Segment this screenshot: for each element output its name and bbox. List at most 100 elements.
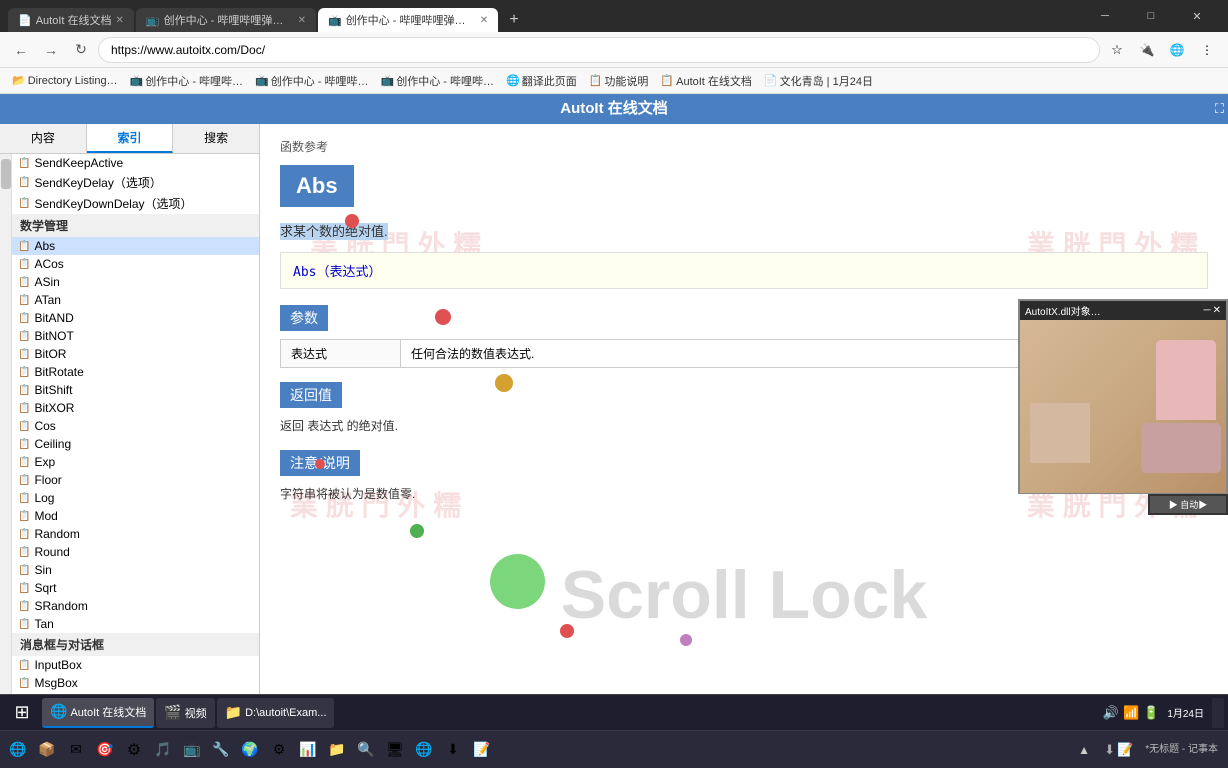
taskbar-item-autoit[interactable]: 🌐 AutoIt 在线文档 [42,698,154,728]
clock-display: 1月24日 [1163,705,1208,720]
bookmark-autoit[interactable]: 📋 AutoIt 在线文档 [654,71,758,91]
sidebar-item-sendkeydelay[interactable]: 📋 SendKeyDelay（选项） [12,172,259,193]
quicklaunch-settings[interactable]: ⚙ [120,736,148,764]
sidebar-item-acos[interactable]: 📋 ACos [12,255,259,273]
sidebar-item-sqrt[interactable]: 📋 Sqrt [12,579,259,597]
taskbar-item-video[interactable]: 🎬 视频 [156,698,214,728]
sidebar-item-mod[interactable]: 📋 Mod [12,507,259,525]
quicklaunch-globe[interactable]: 🌍 [236,736,264,764]
address-input[interactable] [98,37,1100,63]
sidebar-item-log[interactable]: 📋 Log [12,489,259,507]
sidebar-tab-search[interactable]: 搜索 [173,124,259,153]
quicklaunch-mail[interactable]: ✉ [62,736,90,764]
header-expand-button[interactable]: ⛶ [1215,101,1224,117]
window-controls: ─ □ ✕ [1082,0,1220,32]
tray-internet-download[interactable]: ⬇ [1104,742,1115,758]
sidebar-item-bitand[interactable]: 📋 BitAND [12,309,259,327]
sidebar-item-msgbox[interactable]: 📋 MsgBox [12,674,259,692]
sidebar-scrollbar[interactable] [0,154,12,694]
bookmark-features[interactable]: 📋 功能说明 [583,71,655,91]
sidebar-item-tan[interactable]: 📋 Tan [12,615,259,633]
quicklaunch-tools[interactable]: 🔧 [207,736,235,764]
quicklaunch-notepad[interactable]: 📝 [468,736,496,764]
quicklaunch-browser[interactable]: 🌐 [410,736,438,764]
refresh-button[interactable]: ↻ [68,37,94,63]
sidebar-item-bitnot[interactable]: 📋 BitNOT [12,327,259,345]
tray-icon-network[interactable]: 📶 [1123,705,1139,721]
sidebar-item-exp[interactable]: 📋 Exp [12,453,259,471]
bookmark-translate[interactable]: 🌐 翻译此页面 [500,71,583,91]
sidebar-item-random[interactable]: 📋 Random [12,525,259,543]
sidebar-item-progressoff[interactable]: 📋 ProgressOff [12,692,259,694]
sidebar-item-sin[interactable]: 📋 Sin [12,561,259,579]
quicklaunch-display[interactable]: 🖥 [381,736,409,764]
bookmark-button[interactable]: ☆ [1104,37,1130,63]
sidebar-tab-content[interactable]: 内容 [0,124,87,153]
description-text: 求某个数的绝对值. [280,221,1208,240]
floating-video-controls: ─ ✕ [1204,305,1221,316]
sidebar-item-floor[interactable]: 📋 Floor [12,471,259,489]
bookmark-bilibili-1[interactable]: 📺 创作中心 - 哔哩哔… [124,71,249,91]
sidebar-item-round[interactable]: 📋 Round [12,543,259,561]
quicklaunch-config[interactable]: ⚙ [265,736,293,764]
new-tab-button[interactable]: + [500,8,528,32]
tray-icon-sound[interactable]: 🔊 [1103,705,1119,721]
sidebar-item-bitor[interactable]: 📋 BitOR [12,345,259,363]
quicklaunch-winzip[interactable]: 📦 [33,736,61,764]
quicklaunch-chart[interactable]: 📊 [294,736,322,764]
tab-autoit-close[interactable]: ✕ [116,15,124,26]
minimize-button[interactable]: ─ [1082,0,1128,32]
bookmark-directory-label: Directory Listing… [28,75,118,87]
quicklaunch-folder[interactable]: 📁 [323,736,351,764]
bottom-tray-arrow[interactable]: ▲ [1070,736,1098,764]
sidebar-item-atan[interactable]: 📋 ATan [12,291,259,309]
sidebar-item-bitxor[interactable]: 📋 BitXOR [12,399,259,417]
tab-bilibili-2-close[interactable]: ✕ [480,15,488,26]
bookmark-culture[interactable]: 📄 文化青岛 | 1月24日 [758,71,879,91]
tab-bilibili-1[interactable]: 📺 创作中心 - 哔哩哔哩弹幕视频网 ✕ [136,8,316,32]
show-desktop-button[interactable] [1212,698,1224,728]
sidebar-item-sendkeepactive[interactable]: 📋 SendKeepActive [12,154,259,172]
tray-notepad[interactable]: 📝 [1117,742,1133,758]
tab-bilibili-2[interactable]: 📺 创作中心 - 哔哩哔哩弹幕视频网 ✕ [318,8,498,32]
quicklaunch-media[interactable]: 📺 [178,736,206,764]
floating-video-close[interactable]: ✕ [1213,305,1221,316]
tray-icon-battery[interactable]: 🔋 [1143,705,1159,721]
translate-button[interactable]: 🌐 [1164,37,1190,63]
sidebar-item-cos[interactable]: 📋 Cos [12,417,259,435]
bookmark-features-label: 功能说明 [604,73,648,89]
tab-bilibili-1-close[interactable]: ✕ [298,15,306,26]
sidebar-tab-index[interactable]: 索引 [87,124,174,153]
quicklaunch-download[interactable]: ⬇ [439,736,467,764]
bookmark-bilibili-3[interactable]: 📺 创作中心 - 哔哩哔… [375,71,500,91]
bookmark-bilibili-2[interactable]: 📺 创作中心 - 哔哩哔… [249,71,374,91]
tab-autoit[interactable]: 📄 AutoIt 在线文档 ✕ [8,8,134,32]
extension-button[interactable]: 🔌 [1134,37,1160,63]
floating-video[interactable]: AutoItX.dll对象… ─ ✕ [1018,299,1228,494]
bookmark-bilibili-3-icon: 📺 [381,74,395,87]
mini-player-label: ▶ 自动▶ [1150,496,1226,513]
sidebar-list: 📋 SendKeepActive 📋 SendKeyDelay（选项） 📋 Se… [12,154,259,694]
taskbar-item-folder[interactable]: 📁 D:\autoit\Exam... [217,698,335,728]
sidebar-item-ceiling[interactable]: 📋 Ceiling [12,435,259,453]
floating-video-minimize[interactable]: ─ [1204,305,1211,316]
start-button[interactable]: ⊞ [4,697,40,729]
quicklaunch-search[interactable]: 🔍 [352,736,380,764]
sidebar-item-srandom[interactable]: 📋 SRandom [12,597,259,615]
sidebar-item-abs[interactable]: 📋 Abs [12,237,259,255]
quicklaunch-ie[interactable]: 🌐 [4,736,32,764]
forward-button[interactable]: → [38,37,64,63]
sidebar-item-asin[interactable]: 📋 ASin [12,273,259,291]
maximize-button[interactable]: □ [1128,0,1174,32]
sidebar-item-inputbox[interactable]: 📋 InputBox [12,656,259,674]
sidebar-item-exp-label: Exp [34,455,55,469]
quicklaunch-target[interactable]: 🎯 [91,736,119,764]
sidebar-item-bitshift[interactable]: 📋 BitShift [12,381,259,399]
back-button[interactable]: ← [8,37,34,63]
menu-button[interactable]: ⋮ [1194,37,1220,63]
sidebar-item-bitrotate[interactable]: 📋 BitRotate [12,363,259,381]
quicklaunch-music[interactable]: 🎵 [149,736,177,764]
close-button[interactable]: ✕ [1174,0,1220,32]
sidebar-item-sendkeydowndelay[interactable]: 📋 SendKeyDownDelay（选项） [12,193,259,214]
bookmark-directory[interactable]: 📂 Directory Listing… [6,72,124,89]
